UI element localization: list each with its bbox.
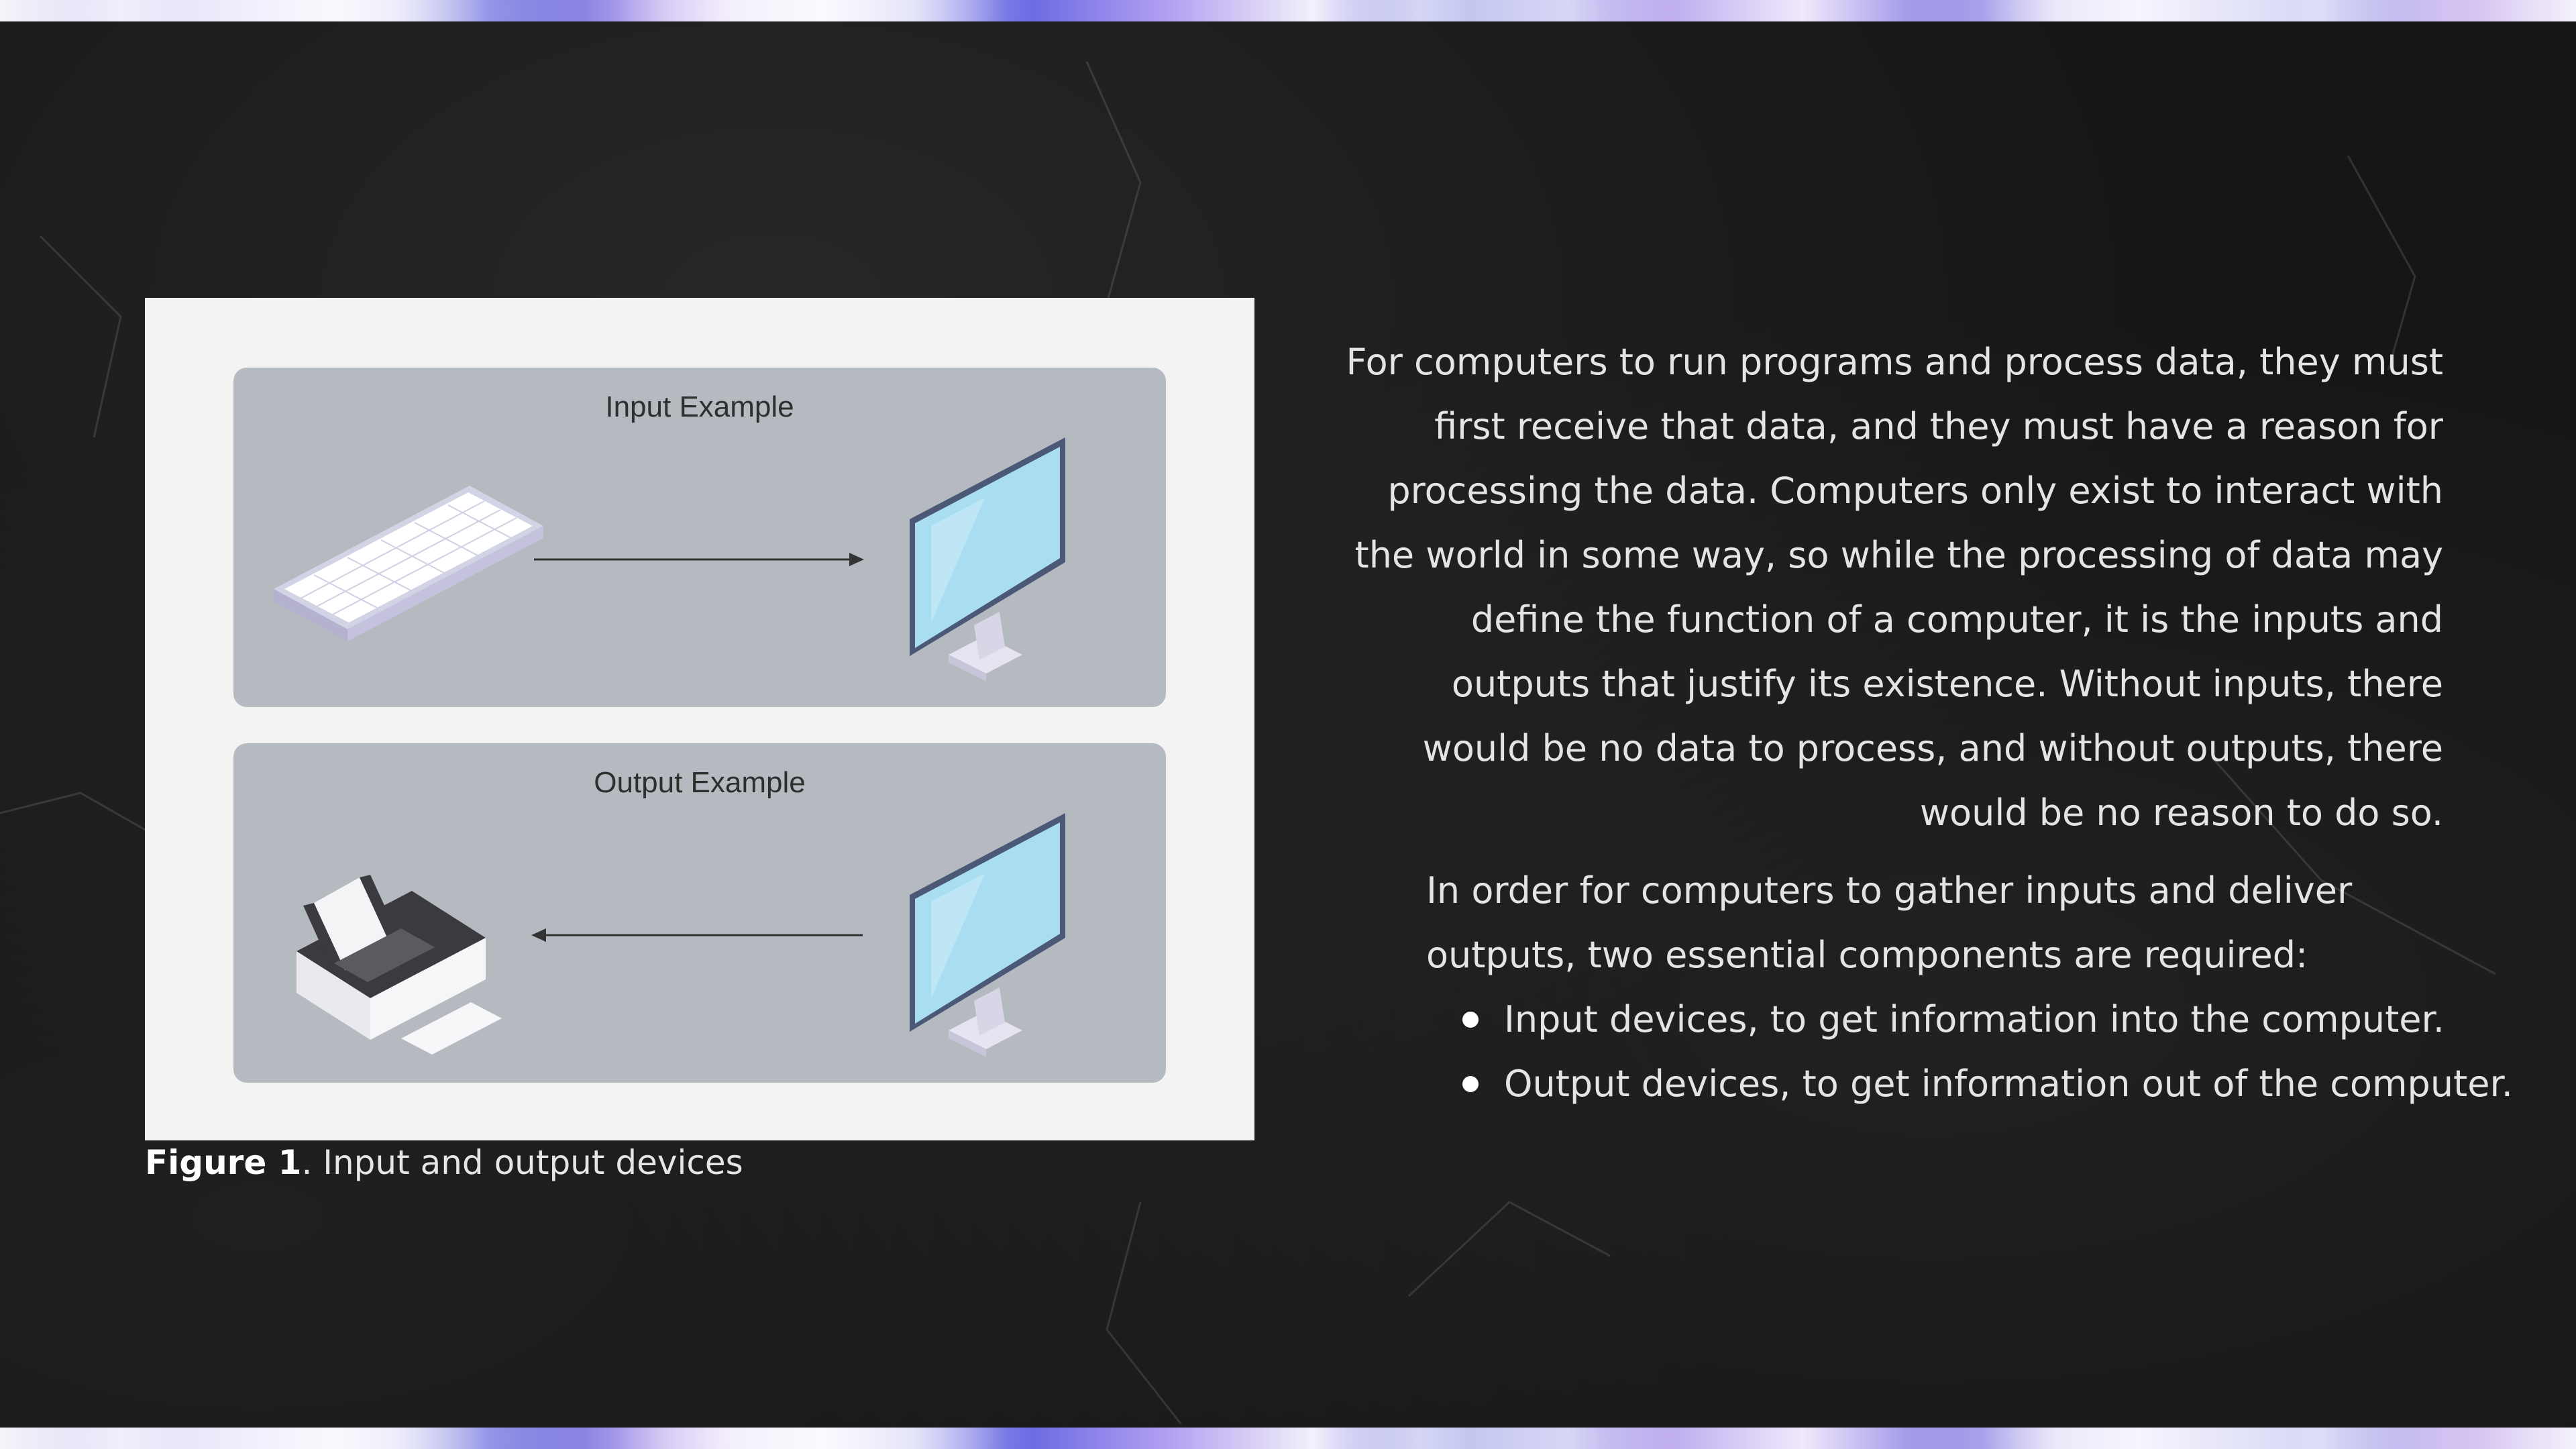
input-example-box: Input Example	[233, 368, 1166, 707]
figure-image: Input Example Output Example	[145, 298, 1254, 1140]
printer-icon	[297, 875, 502, 1055]
output-example-box: Output Example	[233, 743, 1166, 1083]
monitor-icon	[910, 813, 1065, 1057]
list-item-input-devices: Input devices, to get information into t…	[1462, 987, 2513, 1052]
intro-paragraph: For computers to run programs and proces…	[1346, 341, 2443, 834]
figure-caption-text: . Input and output devices	[301, 1143, 743, 1182]
decorative-top-band	[0, 0, 2576, 21]
figure-caption-label: Figure 1	[145, 1143, 302, 1182]
decorative-bottom-band	[0, 1428, 2576, 1449]
arrow-left-icon	[531, 928, 863, 942]
components-paragraph: In order for computers to gather inputs …	[1426, 869, 2353, 976]
components-list: Input devices, to get information into t…	[1462, 987, 2513, 1116]
figure-caption: Figure 1. Input and output devices	[145, 1143, 743, 1182]
monitor-icon	[910, 437, 1065, 682]
keyboard-icon	[274, 486, 543, 641]
list-item-output-devices: Output devices, to get information out o…	[1462, 1052, 2513, 1116]
arrow-right-icon	[534, 553, 864, 566]
